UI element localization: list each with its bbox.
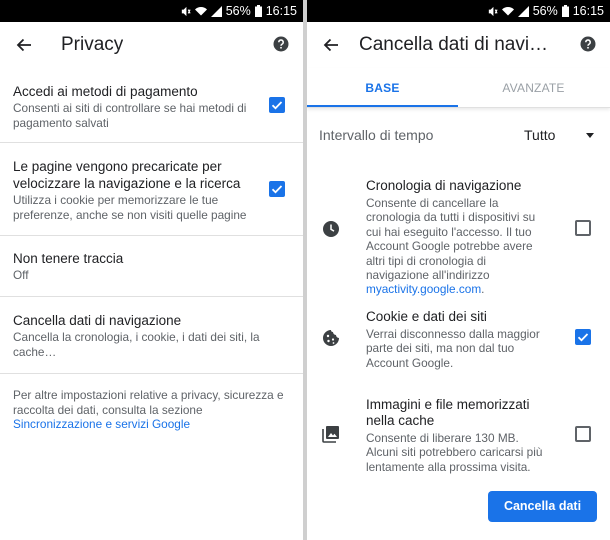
list-item-subtitle: Consenti ai siti di controllare se hai m… — [13, 101, 247, 130]
app-bar: Cancella dati di navigazione — [307, 22, 610, 68]
mute-icon — [181, 6, 191, 16]
signal-icon — [517, 5, 529, 17]
divider — [0, 142, 303, 143]
list-item-title: Non tenere traccia — [13, 251, 124, 266]
time-range-selector[interactable]: Intervallo di tempo Tutto — [319, 127, 602, 149]
divider — [0, 235, 303, 236]
payment-methods-checkbox[interactable] — [269, 97, 285, 113]
list-item-title: Accedi ai metodi di pagamento — [13, 84, 198, 99]
tab-bar: BASE AVANZATE — [307, 68, 610, 108]
option-title: Cronologia di navigazione — [366, 178, 522, 193]
time-range-value[interactable]: Tutto — [524, 127, 555, 143]
clear-data-button[interactable]: Cancella dati — [488, 491, 597, 522]
clock-icon — [322, 220, 340, 238]
option-cookies[interactable]: Cookie e dati dei siti Verrai disconness… — [307, 309, 610, 371]
option-cached-images[interactable]: Immagini e file memorizzati nella cache … — [307, 397, 610, 477]
list-item-clear-browsing-data[interactable]: Cancella dati di navigazione Cancella la… — [0, 312, 303, 364]
list-item-title: Cancella dati di navigazione — [13, 313, 182, 328]
help-icon[interactable] — [580, 36, 598, 54]
cookies-checkbox[interactable] — [575, 329, 591, 345]
battery-percent: 56% — [225, 4, 251, 18]
tab-indicator — [307, 105, 458, 107]
list-item-subtitle: Off — [13, 268, 29, 282]
clock-time: 16:15 — [572, 4, 604, 18]
status-bar: 56% 16:15 — [307, 0, 610, 22]
list-item-do-not-track[interactable]: Non tenere traccia Off — [0, 250, 303, 290]
status-bar: 56% 16:15 — [0, 0, 303, 22]
cookie-icon — [322, 329, 340, 347]
option-title: Cookie e dati dei siti — [366, 309, 487, 324]
back-arrow-icon[interactable] — [321, 35, 341, 55]
privacy-screen: 56% 16:15 Privacy Accedi ai metodi di pa… — [0, 0, 303, 540]
option-description: Consente di liberare 130 MB. Alcuni siti… — [366, 431, 543, 474]
footer-text: Per altre impostazioni relative a privac… — [13, 388, 284, 417]
back-arrow-icon[interactable] — [14, 35, 34, 55]
page-title: Privacy — [61, 34, 124, 55]
option-title: Immagini e file memorizzati nella cache — [366, 397, 530, 428]
battery-icon — [254, 5, 262, 17]
divider — [0, 373, 303, 374]
preload-pages-checkbox[interactable] — [269, 181, 285, 197]
time-range-label: Intervallo di tempo — [319, 127, 434, 143]
option-description: Verrai disconnesso dalla maggior parte d… — [366, 327, 540, 370]
sync-services-link[interactable]: Sincronizzazione e servizi Google — [13, 417, 288, 432]
battery-icon — [561, 5, 569, 17]
help-icon[interactable] — [273, 36, 291, 54]
page-title: Cancella dati di navigazione — [359, 34, 555, 55]
footer-note: Per altre impostazioni relative a privac… — [13, 388, 288, 432]
wifi-icon — [501, 6, 514, 15]
mute-icon — [488, 6, 498, 16]
clear-browsing-data-screen: 56% 16:15 Cancella dati di navigazione B… — [307, 0, 610, 540]
list-item-subtitle: Utilizza i cookie per memorizzare le tue… — [13, 193, 247, 222]
signal-icon — [210, 5, 222, 17]
list-item-preload-pages[interactable]: Le pagine vengono precaricate per veloci… — [0, 156, 303, 228]
clock-time: 16:15 — [265, 4, 297, 18]
list-item-subtitle: Cancella la cronologia, i cookie, i dati… — [13, 330, 260, 359]
dropdown-arrow-icon[interactable] — [586, 133, 594, 138]
list-item-payment-methods[interactable]: Accedi ai metodi di pagamento Consenti a… — [0, 80, 303, 137]
tab-base[interactable]: BASE — [307, 68, 458, 108]
app-bar: Privacy — [0, 22, 303, 68]
wifi-icon — [194, 6, 207, 15]
battery-percent: 56% — [532, 4, 558, 18]
tab-advanced[interactable]: AVANZATE — [458, 68, 609, 108]
browsing-history-checkbox[interactable] — [575, 220, 591, 236]
option-description: Consente di cancellare la cronologia da … — [366, 196, 536, 297]
divider — [0, 296, 303, 297]
cached-images-checkbox[interactable] — [575, 426, 591, 442]
option-browsing-history[interactable]: Cronologia di navigazione Consente di ca… — [307, 176, 610, 296]
list-item-title: Le pagine vengono precaricate per veloci… — [13, 159, 241, 191]
image-icon — [322, 425, 340, 443]
myactivity-link[interactable]: myactivity.google.com — [366, 282, 481, 296]
